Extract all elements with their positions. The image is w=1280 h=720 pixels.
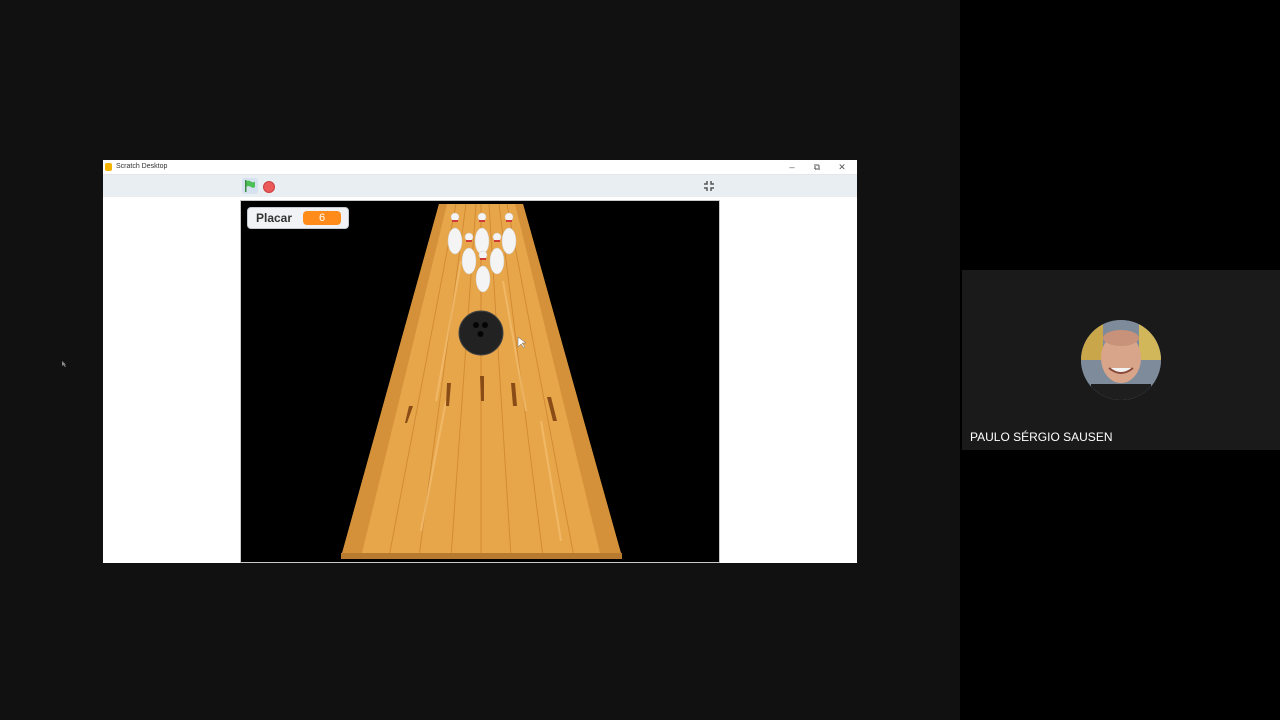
score-label: Placar: [256, 211, 293, 225]
stage-toolbar: [103, 175, 857, 197]
game-stage[interactable]: Placar 6: [240, 200, 720, 563]
scratch-app-icon: [105, 163, 112, 171]
participant-video-tile[interactable]: PAULO SÉRGIO SAUSEN: [962, 270, 1280, 450]
stop-button[interactable]: [263, 181, 275, 193]
participant-name: PAULO SÉRGIO SAUSEN: [970, 430, 1113, 444]
window-title: Scratch Desktop: [116, 163, 168, 170]
minimize-button[interactable]: –: [781, 160, 803, 174]
score-monitor: Placar 6: [247, 207, 349, 229]
participant-avatar: [1081, 320, 1161, 400]
desktop-cursor-icon: [62, 361, 66, 367]
score-value: 6: [303, 211, 341, 225]
window-titlebar: Scratch Desktop – ⧉ ✕: [103, 160, 857, 175]
bowling-ball: [458, 310, 504, 356]
fullscreen-exit-button[interactable]: [701, 179, 717, 193]
bowling-scene: [341, 203, 622, 559]
close-button[interactable]: ✕: [831, 160, 853, 174]
participant-photo: [1081, 320, 1161, 400]
scratch-desktop-window: Scratch Desktop – ⧉ ✕ Placar 6: [103, 160, 857, 563]
fullscreen-exit-icon: [704, 181, 714, 191]
restore-button[interactable]: ⧉: [806, 160, 828, 174]
green-flag-button[interactable]: [242, 178, 258, 194]
green-flag-icon: [245, 180, 255, 192]
